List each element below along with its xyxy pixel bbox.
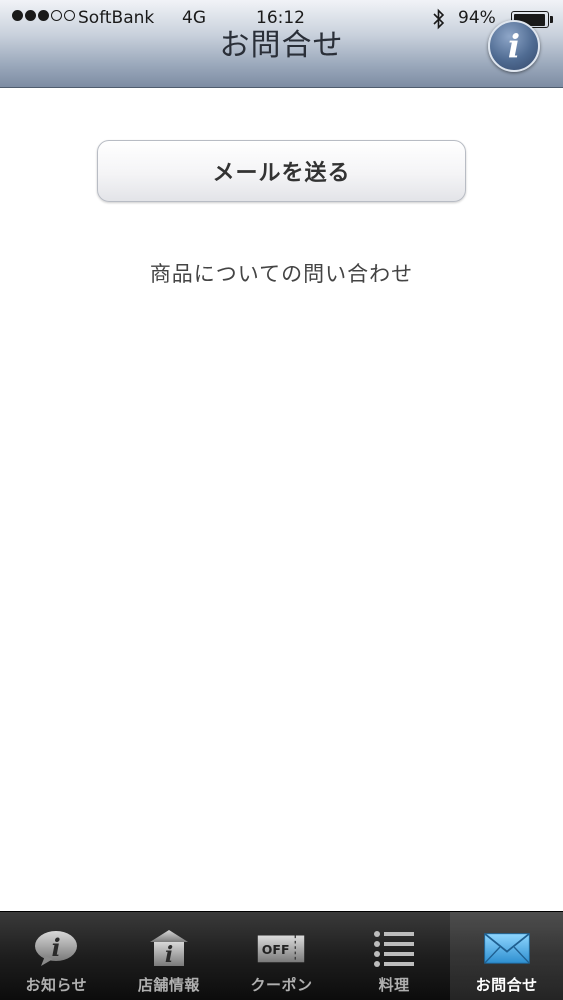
navigation-bar: SoftBank 4G 16:12 94% お問合せ i [0, 0, 563, 88]
coupon-icon-text: OFF [262, 942, 290, 957]
svg-text:i: i [52, 933, 61, 962]
tab-store-info[interactable]: i 店舗情報 [113, 912, 226, 1000]
tab-menu[interactable]: 料理 [338, 912, 451, 1000]
inquiry-description: 商品についての問い合わせ [149, 262, 414, 286]
list-icon [369, 928, 419, 968]
page-title: お問合せ [219, 28, 344, 63]
tab-label: 料理 [378, 976, 410, 994]
tab-bar: i お知らせ i 店舗情報 OFF クーポン 料理 お問合せ [0, 911, 563, 1000]
info-button[interactable]: i [488, 20, 540, 72]
mail-icon [482, 928, 532, 968]
tab-label: クーポン [250, 976, 313, 994]
tab-coupon[interactable]: OFF クーポン [225, 912, 338, 1000]
tab-label: 店舗情報 [137, 976, 200, 994]
tab-label: お問合せ [475, 976, 538, 994]
tab-news[interactable]: i お知らせ [0, 912, 113, 1000]
info-icon: i [507, 27, 521, 65]
tab-label: お知らせ [25, 976, 88, 994]
coupon-icon: OFF [256, 928, 306, 968]
send-mail-button[interactable]: メールを送る [97, 140, 466, 202]
info-bubble-icon: i [31, 928, 81, 968]
store-icon: i [144, 928, 194, 968]
svg-text:i: i [165, 942, 173, 968]
tab-contact[interactable]: お問合せ [450, 912, 563, 1000]
